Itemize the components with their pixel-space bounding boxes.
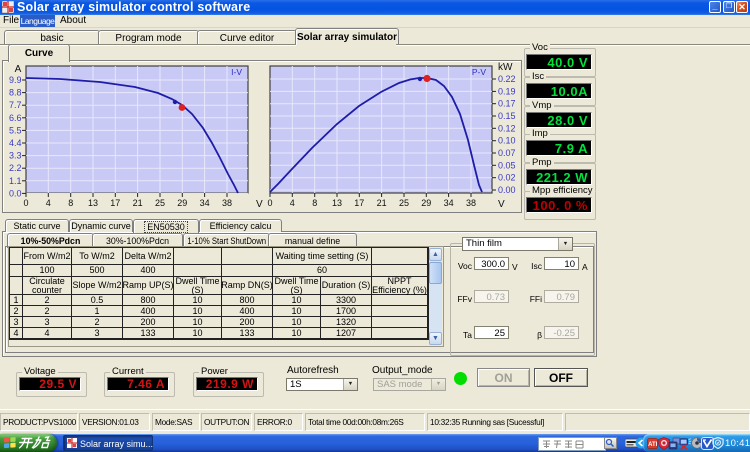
svg-text:0.19: 0.19 — [498, 86, 516, 96]
svg-text:V: V — [256, 199, 263, 210]
svg-text:9.9: 9.9 — [9, 75, 22, 85]
svg-text:21: 21 — [133, 198, 143, 208]
svg-text:7.7: 7.7 — [9, 100, 22, 110]
svg-text:1.1: 1.1 — [9, 176, 22, 186]
svg-text:I-V: I-V — [231, 67, 242, 77]
svg-text:5.5: 5.5 — [9, 125, 22, 135]
svg-text:8: 8 — [68, 198, 73, 208]
svg-text:8: 8 — [312, 198, 317, 208]
svg-text:0.0: 0.0 — [9, 188, 22, 198]
svg-text:13: 13 — [332, 198, 342, 208]
svg-text:0.02: 0.02 — [498, 173, 516, 183]
svg-text:0.22: 0.22 — [498, 74, 516, 84]
svg-text:13: 13 — [88, 198, 98, 208]
svg-text:A: A — [15, 64, 22, 75]
svg-text:4: 4 — [46, 198, 51, 208]
svg-text:4: 4 — [290, 198, 295, 208]
svg-text:0: 0 — [23, 198, 28, 208]
svg-text:3.3: 3.3 — [9, 151, 22, 161]
svg-text:V: V — [498, 199, 505, 210]
svg-text:29: 29 — [421, 198, 431, 208]
svg-text:0.17: 0.17 — [498, 99, 516, 109]
svg-text:6.6: 6.6 — [9, 113, 22, 123]
svg-text:ATI: ATI — [648, 442, 657, 448]
svg-text:8.8: 8.8 — [9, 88, 22, 98]
svg-text:34: 34 — [444, 198, 454, 208]
svg-text:0.07: 0.07 — [498, 148, 516, 158]
svg-text:P-V: P-V — [472, 67, 487, 77]
svg-text:21: 21 — [377, 198, 387, 208]
svg-text:25: 25 — [155, 198, 165, 208]
svg-text:kW: kW — [498, 62, 513, 73]
svg-text:2.2: 2.2 — [9, 163, 22, 173]
svg-text:0.12: 0.12 — [498, 123, 516, 133]
svg-text:0.05: 0.05 — [498, 160, 516, 170]
svg-text:29: 29 — [177, 198, 187, 208]
svg-text:0: 0 — [267, 198, 272, 208]
svg-text:0.10: 0.10 — [498, 136, 516, 146]
svg-text:34: 34 — [200, 198, 210, 208]
svg-text:38: 38 — [222, 198, 232, 208]
svg-text:17: 17 — [354, 198, 364, 208]
svg-text:17: 17 — [110, 198, 120, 208]
svg-text:38: 38 — [466, 198, 476, 208]
svg-text:0.00: 0.00 — [498, 185, 516, 195]
svg-text:4.4: 4.4 — [9, 138, 22, 148]
svg-text:0.15: 0.15 — [498, 111, 516, 121]
svg-text:25: 25 — [399, 198, 409, 208]
